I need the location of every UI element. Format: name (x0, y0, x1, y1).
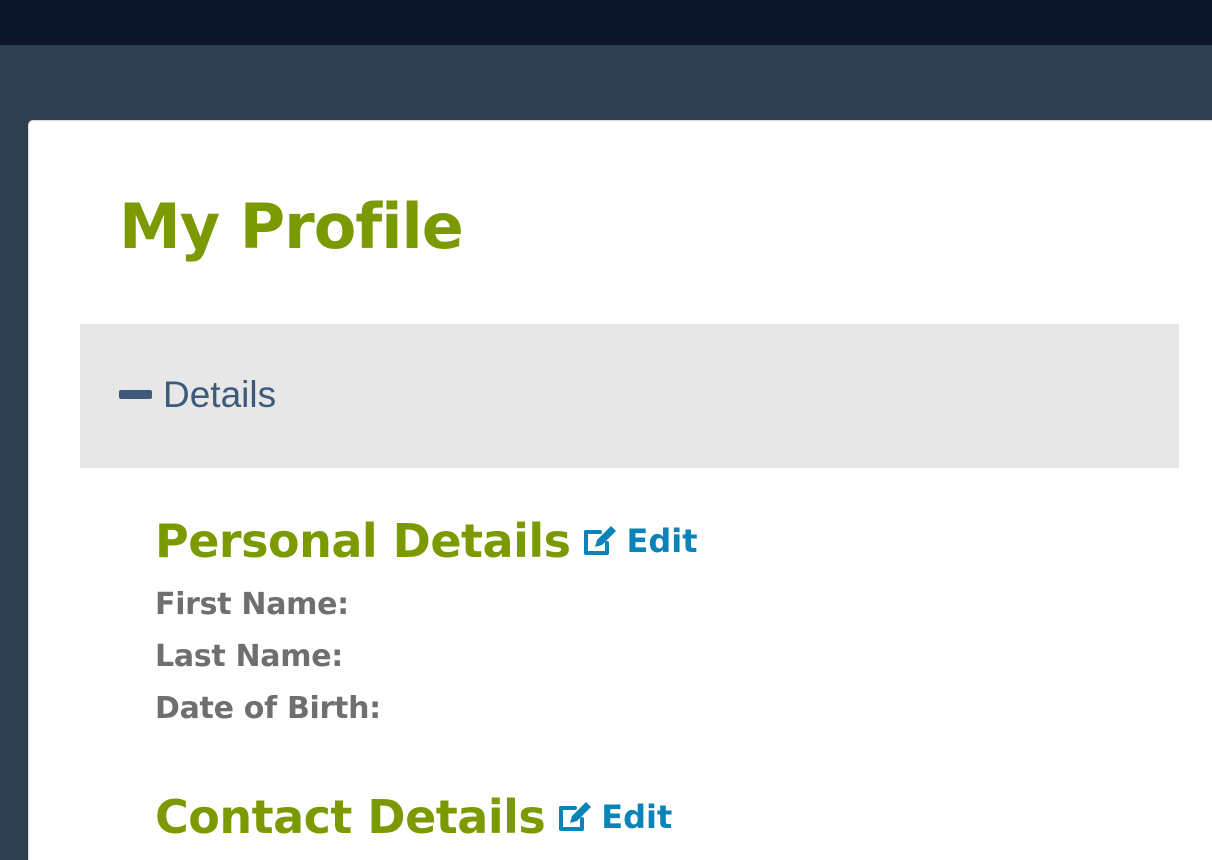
first-name-label: First Name: (155, 587, 349, 622)
personal-details-edit-link[interactable]: Edit (582, 522, 698, 560)
contact-details-edit-link[interactable]: Edit (557, 798, 672, 836)
contact-details-header: Contact Details Edit (155, 789, 672, 845)
personal-details-section: Personal Details Edit First Name: Last N… (155, 513, 698, 735)
date-of-birth-label: Date of Birth: (155, 691, 381, 726)
minus-icon (119, 390, 152, 399)
edit-icon (584, 526, 617, 555)
page-title: My Profile (119, 190, 464, 263)
personal-details-fields: First Name: Last Name: Date of Birth: (155, 579, 698, 735)
last-name-label: Last Name: (155, 639, 343, 674)
edit-label: Edit (601, 798, 673, 836)
personal-details-header: Personal Details Edit (155, 513, 698, 569)
contact-details-title: Contact Details (155, 790, 546, 844)
top-navigation-bar (0, 0, 1212, 45)
details-accordion-toggle[interactable]: Details (80, 324, 1179, 468)
contact-details-section: Contact Details Edit (155, 789, 672, 845)
personal-details-title: Personal Details (155, 514, 571, 568)
edit-icon (559, 802, 592, 831)
accordion-label: Details (163, 374, 277, 415)
edit-label: Edit (626, 522, 698, 560)
profile-card: My Profile Details Personal Details Edit… (28, 120, 1212, 860)
